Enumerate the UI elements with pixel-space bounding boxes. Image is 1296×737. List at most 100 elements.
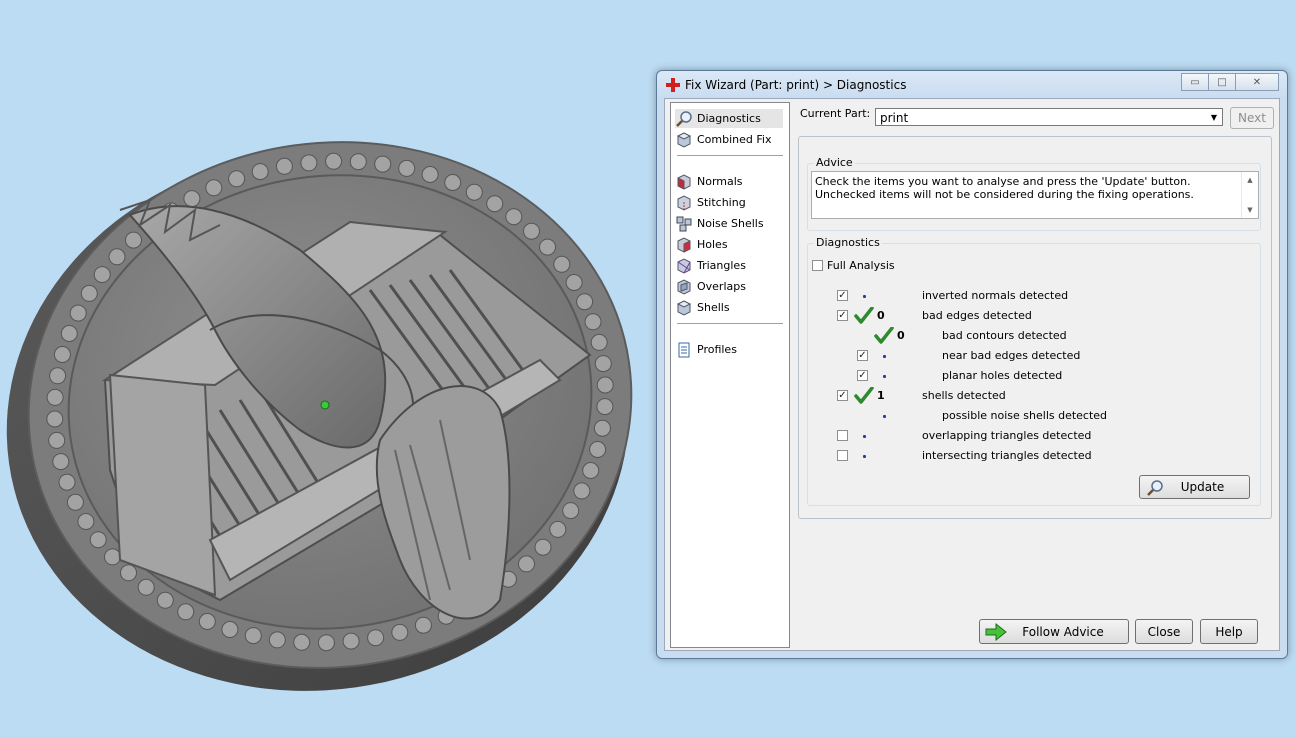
current-part-select[interactable]: print ▼ — [875, 108, 1223, 126]
nav-item-label: Triangles — [697, 259, 746, 272]
nav-item-combined-fix[interactable]: Combined Fix — [675, 130, 771, 149]
nav-item-label: Shells — [697, 301, 730, 314]
bead — [137, 578, 155, 596]
bead — [391, 623, 409, 641]
advice-text: Check the items you want to analyse and … — [815, 175, 1194, 201]
nav-item-triangles[interactable]: Triangles — [675, 256, 746, 275]
nav-item-diagnostics[interactable]: Diagnostics — [675, 109, 783, 128]
bead — [486, 195, 504, 213]
nav-item-label: Overlaps — [697, 280, 746, 293]
status-dot — [883, 355, 886, 358]
3d-viewport[interactable] — [0, 0, 660, 737]
bead — [421, 166, 439, 183]
advice-scrollbar[interactable]: ▲ ▼ — [1241, 172, 1258, 218]
checkmark-icon: ✓ — [858, 349, 867, 361]
bead — [52, 453, 70, 471]
bead — [317, 634, 335, 652]
next-button-label: Next — [1238, 111, 1266, 125]
minimize-button[interactable]: ▭ — [1181, 73, 1209, 91]
bead — [565, 274, 583, 291]
nav-item-shells[interactable]: Shells — [675, 298, 730, 317]
bead — [93, 266, 111, 284]
bead — [596, 376, 614, 394]
diagnostics-title: Diagnostics — [814, 236, 882, 249]
checkmark-icon: ✓ — [838, 389, 847, 401]
bead — [505, 208, 523, 226]
minimize-icon: ▭ — [1190, 76, 1200, 88]
close-window-button[interactable]: ✕ — [1235, 73, 1279, 91]
wizard-nav-panel: Diagnostics Combined Fix Normals Stitchi… — [670, 102, 790, 648]
bead — [69, 304, 87, 322]
diagnostic-checkbox[interactable] — [837, 450, 848, 461]
diagnostic-label: shells detected — [922, 389, 1006, 402]
bead — [53, 346, 71, 363]
bead — [80, 284, 98, 302]
advice-group: Advice Check the items you want to analy… — [807, 156, 1261, 231]
green-check-icon — [854, 307, 874, 324]
overlaps-cube-icon — [675, 278, 693, 296]
help-button[interactable]: Help — [1200, 619, 1258, 644]
diagnostic-checkbox[interactable]: ✓ — [837, 310, 848, 321]
close-icon: ✕ — [1252, 76, 1262, 88]
bead — [66, 493, 84, 511]
bead — [562, 502, 580, 520]
close-button[interactable]: Close — [1135, 619, 1193, 644]
triangles-cube-icon — [675, 257, 693, 275]
bead — [593, 419, 611, 437]
nav-item-profiles[interactable]: Profiles — [675, 340, 737, 359]
diagnostic-label: possible noise shells detected — [942, 409, 1108, 422]
nav-item-normals[interactable]: Normals — [675, 172, 743, 191]
bead — [104, 548, 121, 566]
chevron-down-icon: ▼ — [1210, 112, 1218, 122]
bead — [205, 179, 223, 197]
status-dot — [883, 415, 886, 418]
bead — [342, 632, 360, 650]
bead — [534, 538, 552, 556]
diagnostic-count: 0 — [897, 329, 905, 342]
green-check-icon — [854, 387, 874, 404]
update-button-label: Update — [1180, 480, 1225, 494]
bead — [46, 410, 64, 428]
nav-item-noise-shells[interactable]: Noise Shells — [675, 214, 764, 233]
current-part-label: Current Part: — [800, 107, 871, 120]
diagnostic-count: 0 — [877, 309, 885, 322]
title-bar[interactable]: Fix Wizard (Part: print) > Diagnostics ▭… — [657, 71, 1287, 99]
diagnostic-checkbox[interactable]: ✓ — [857, 370, 868, 381]
bead — [60, 325, 78, 342]
follow-advice-button[interactable]: Follow Advice — [979, 619, 1129, 644]
maximize-button[interactable]: □ — [1208, 73, 1236, 91]
diagnostic-checkbox[interactable]: ✓ — [837, 290, 848, 301]
diagnostic-label: planar holes detected — [942, 369, 1063, 382]
diagnostic-checkbox[interactable]: ✓ — [857, 350, 868, 361]
bead — [251, 163, 269, 181]
nav-item-overlaps[interactable]: Overlaps — [675, 277, 746, 296]
nav-divider — [677, 155, 783, 156]
red-cross-icon — [666, 78, 680, 92]
diagnostic-count: 1 — [877, 389, 885, 402]
update-button[interactable]: Update — [1139, 475, 1250, 499]
advice-textbox[interactable]: Check the items you want to analyse and … — [811, 171, 1259, 219]
bead — [48, 431, 66, 449]
bead — [414, 616, 432, 634]
diagnostic-checkbox[interactable] — [837, 430, 848, 441]
bead — [221, 621, 239, 638]
scroll-up-icon[interactable]: ▲ — [1242, 173, 1258, 187]
diagnostic-checkbox[interactable]: ✓ — [837, 390, 848, 401]
nav-item-stitching[interactable]: Stitching — [675, 193, 746, 212]
bead — [244, 627, 262, 645]
full-analysis-checkbox[interactable] — [812, 260, 823, 271]
green-arrow-icon — [984, 622, 1008, 644]
bead — [156, 591, 174, 609]
nav-item-holes[interactable]: Holes — [675, 235, 728, 254]
scroll-down-icon[interactable]: ▼ — [1242, 203, 1258, 217]
maximize-icon: □ — [1217, 76, 1227, 88]
status-dot — [863, 295, 866, 298]
next-button[interactable]: Next — [1230, 107, 1274, 129]
bead — [444, 174, 462, 191]
diagnostic-label: bad contours detected — [942, 329, 1067, 342]
bead — [590, 333, 608, 351]
noise-shells-icon — [675, 215, 693, 233]
bead — [228, 170, 246, 188]
bead — [465, 183, 483, 201]
cube-icon — [675, 131, 693, 149]
